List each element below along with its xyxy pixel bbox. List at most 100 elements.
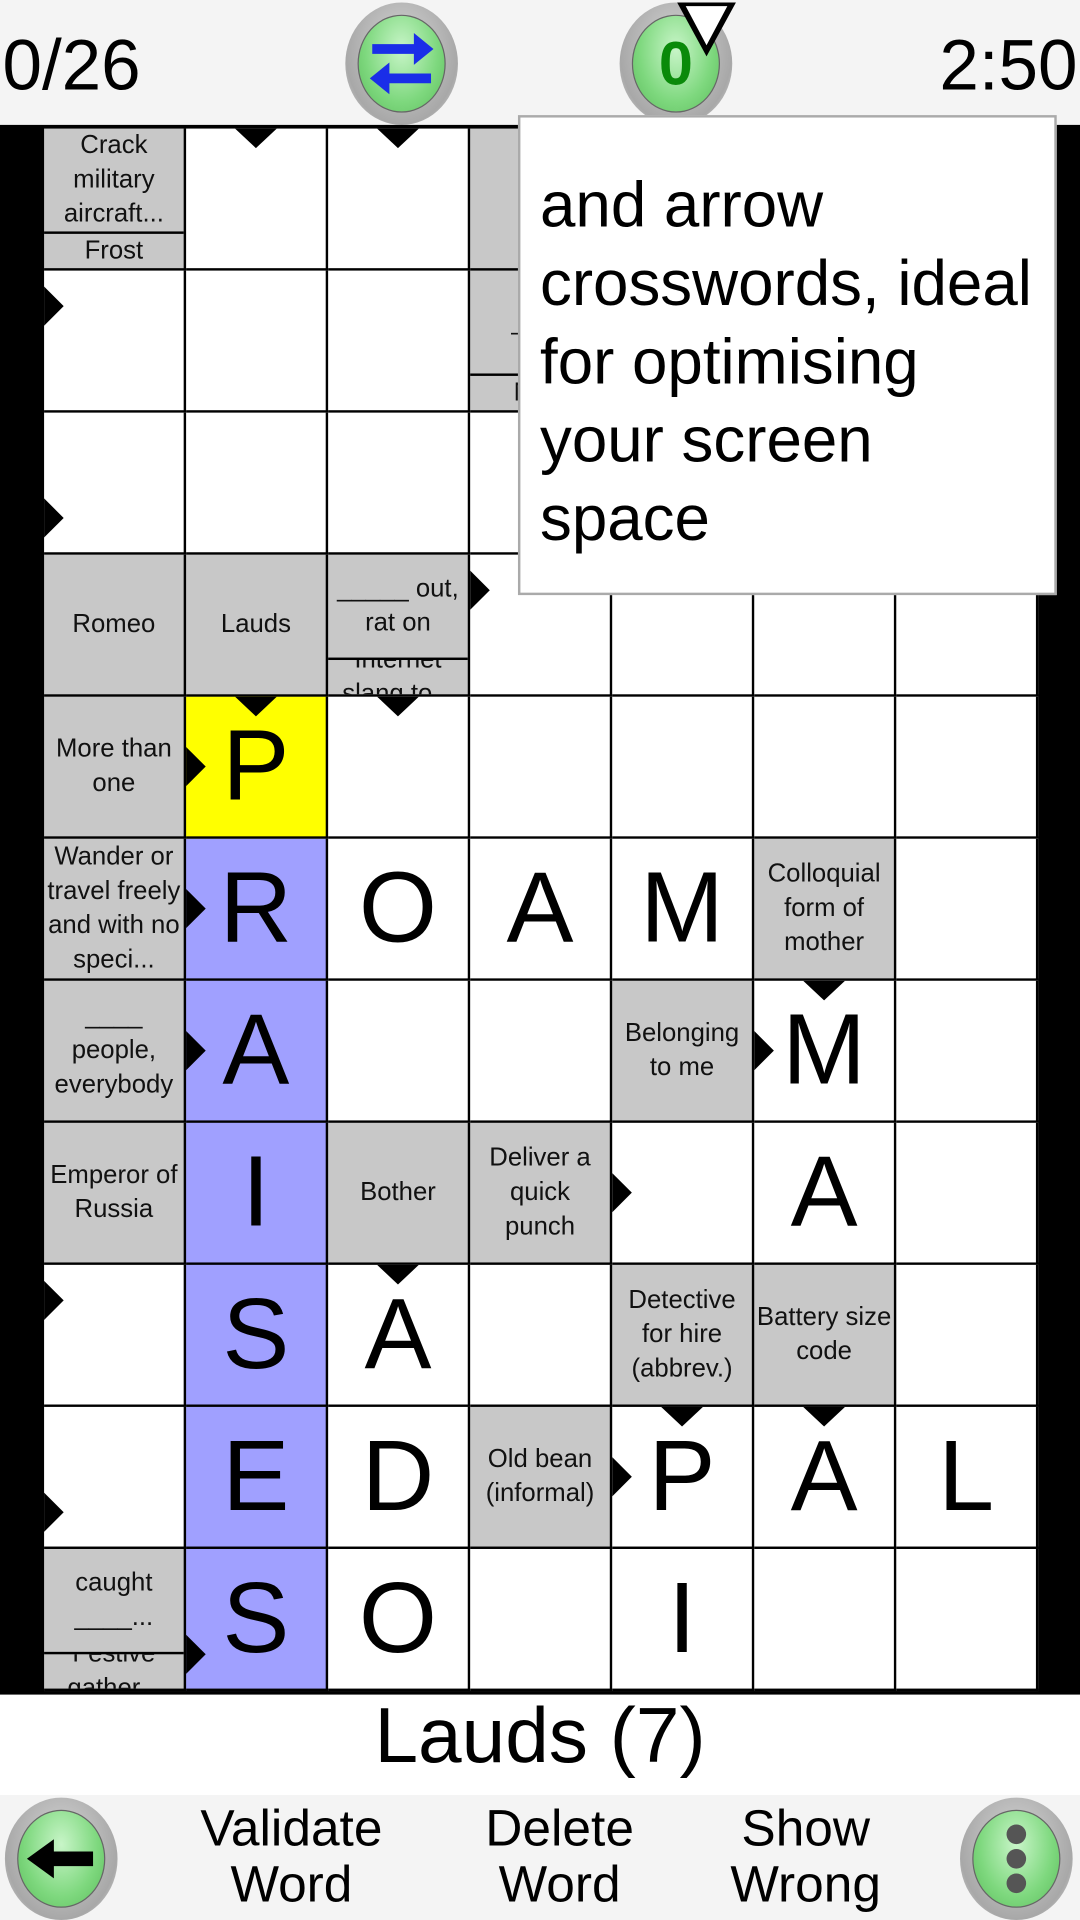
- right-arrow-icon: [612, 1173, 632, 1213]
- label: Wrong: [730, 1855, 881, 1913]
- clue-text: Romeo: [72, 609, 156, 638]
- back-button[interactable]: [4, 1797, 118, 1920]
- clue-cell[interactable]: Bother: [328, 1122, 471, 1265]
- right-arrow-icon: [612, 1457, 632, 1497]
- letter-cell[interactable]: M: [612, 838, 755, 981]
- letter: S: [222, 1278, 290, 1390]
- clue-cell[interactable]: Romeo: [44, 554, 187, 697]
- letter-cell[interactable]: [44, 1406, 187, 1549]
- letter-cell[interactable]: [896, 1264, 1039, 1407]
- clue-text: Wander or travel freely and with no spec…: [47, 842, 181, 974]
- letter-cell[interactable]: [186, 412, 329, 555]
- down-arrow-icon: [235, 696, 277, 717]
- letter-cell[interactable]: [470, 980, 613, 1123]
- clue-text: Crack military aircraft...: [44, 129, 184, 234]
- letter-cell[interactable]: [754, 696, 897, 839]
- delete-word-button[interactable]: Delete Word: [456, 1799, 664, 1913]
- letter-cell[interactable]: [754, 1548, 897, 1692]
- clue-cell[interactable]: Belonging to me: [612, 980, 755, 1123]
- letter: R: [219, 852, 293, 964]
- letter-cell[interactable]: R: [186, 838, 329, 981]
- letter: I: [668, 1562, 696, 1674]
- clue-text: Detective for hire (abbrev.): [628, 1285, 736, 1383]
- dropdown-triangle-icon[interactable]: [677, 2, 736, 57]
- split-clue-cell[interactable]: caught ____...Festive gather...: [44, 1548, 187, 1692]
- letter-cell[interactable]: I: [612, 1548, 755, 1692]
- letter-cell[interactable]: E: [186, 1406, 329, 1549]
- down-arrow-icon: [235, 128, 277, 149]
- clue-text: Festive gather...: [67, 1654, 161, 1689]
- show-wrong-button[interactable]: Show Wrong: [708, 1799, 904, 1913]
- letter-cell[interactable]: A: [470, 838, 613, 981]
- letter-cell[interactable]: O: [328, 1548, 471, 1692]
- letter-cell[interactable]: [470, 696, 613, 839]
- letter: P: [648, 1420, 716, 1532]
- letter-cell[interactable]: [186, 128, 329, 271]
- letter-cell[interactable]: [896, 696, 1039, 839]
- clue-text: Deliver a quick punch: [489, 1143, 591, 1241]
- letter-cell[interactable]: [328, 270, 471, 413]
- letter-cell[interactable]: [186, 270, 329, 413]
- split-clue-cell[interactable]: _____ out, rat onInternet slang to...: [328, 554, 471, 697]
- clue-cell[interactable]: ____ people, everybody: [44, 980, 187, 1123]
- letter-cell[interactable]: [44, 270, 187, 413]
- down-arrow-icon: [803, 980, 845, 1001]
- letter-cell[interactable]: [328, 412, 471, 555]
- letter-cell[interactable]: [470, 1264, 613, 1407]
- letter-cell[interactable]: [896, 1548, 1039, 1692]
- swap-direction-button[interactable]: [345, 2, 458, 125]
- info-popup[interactable]: and arrow crosswords, ideal for optimisi…: [517, 115, 1057, 596]
- letter-cell[interactable]: S: [186, 1264, 329, 1407]
- letter-cell[interactable]: M: [754, 980, 897, 1123]
- clue-cell[interactable]: More than one: [44, 696, 187, 839]
- letter-cell[interactable]: A: [328, 1264, 471, 1407]
- clue-cell[interactable]: Emperor of Russia: [44, 1122, 187, 1265]
- letter: D: [361, 1420, 435, 1532]
- letter-cell[interactable]: [896, 1122, 1039, 1265]
- clue-cell[interactable]: Lauds: [186, 554, 329, 697]
- label: Validate: [200, 1798, 383, 1857]
- clue-cell[interactable]: Battery size code: [754, 1264, 897, 1407]
- letter-cell[interactable]: A: [754, 1122, 897, 1265]
- progress-counter: 0/26: [2, 25, 141, 106]
- right-arrow-icon: [186, 746, 206, 787]
- letter: M: [782, 994, 866, 1106]
- swap-direction-icon: [357, 14, 446, 113]
- letter-cell[interactable]: I: [186, 1122, 329, 1265]
- clue-text: Old bean (informal): [485, 1444, 595, 1508]
- letter-cell[interactable]: [328, 980, 471, 1123]
- clue-cell[interactable]: Wander or travel freely and with no spec…: [44, 838, 187, 981]
- clue-cell[interactable]: Detective for hire (abbrev.): [612, 1264, 755, 1407]
- letter: P: [222, 710, 290, 822]
- letter-cell[interactable]: S: [186, 1548, 329, 1692]
- selected-letter-cell[interactable]: P: [186, 696, 329, 839]
- letter-cell[interactable]: P: [612, 1406, 755, 1549]
- letter-cell[interactable]: [470, 1548, 613, 1692]
- down-arrow-icon: [377, 696, 419, 717]
- letter-cell[interactable]: A: [186, 980, 329, 1123]
- clue-cell[interactable]: Old bean (informal): [470, 1406, 613, 1549]
- letter: A: [506, 852, 574, 964]
- letter-cell[interactable]: [328, 128, 471, 271]
- validate-word-button[interactable]: Validate Word: [184, 1798, 400, 1913]
- letter: O: [358, 852, 438, 964]
- clue-cell[interactable]: Colloquial form of mother: [754, 838, 897, 981]
- split-clue-cell[interactable]: Crack military aircraft... Frost: [44, 128, 187, 271]
- letter-cell[interactable]: [896, 838, 1039, 981]
- down-arrow-icon: [377, 1264, 419, 1285]
- letter-cell[interactable]: [612, 696, 755, 839]
- menu-button[interactable]: [960, 1797, 1073, 1920]
- letter-cell[interactable]: D: [328, 1406, 471, 1549]
- letter-cell[interactable]: O: [328, 838, 471, 981]
- letter-cell[interactable]: L: [896, 1406, 1039, 1549]
- letter-cell[interactable]: A: [754, 1406, 897, 1549]
- down-arrow-icon: [377, 128, 419, 149]
- letter-cell[interactable]: [612, 1122, 755, 1265]
- down-arrow-icon: [803, 1406, 845, 1427]
- clue-text: caught ____...: [44, 1549, 184, 1655]
- letter-cell[interactable]: [328, 696, 471, 839]
- letter-cell[interactable]: [44, 1264, 187, 1407]
- letter-cell[interactable]: [896, 980, 1039, 1123]
- letter-cell[interactable]: [44, 412, 187, 555]
- clue-cell[interactable]: Deliver a quick punch: [470, 1122, 613, 1265]
